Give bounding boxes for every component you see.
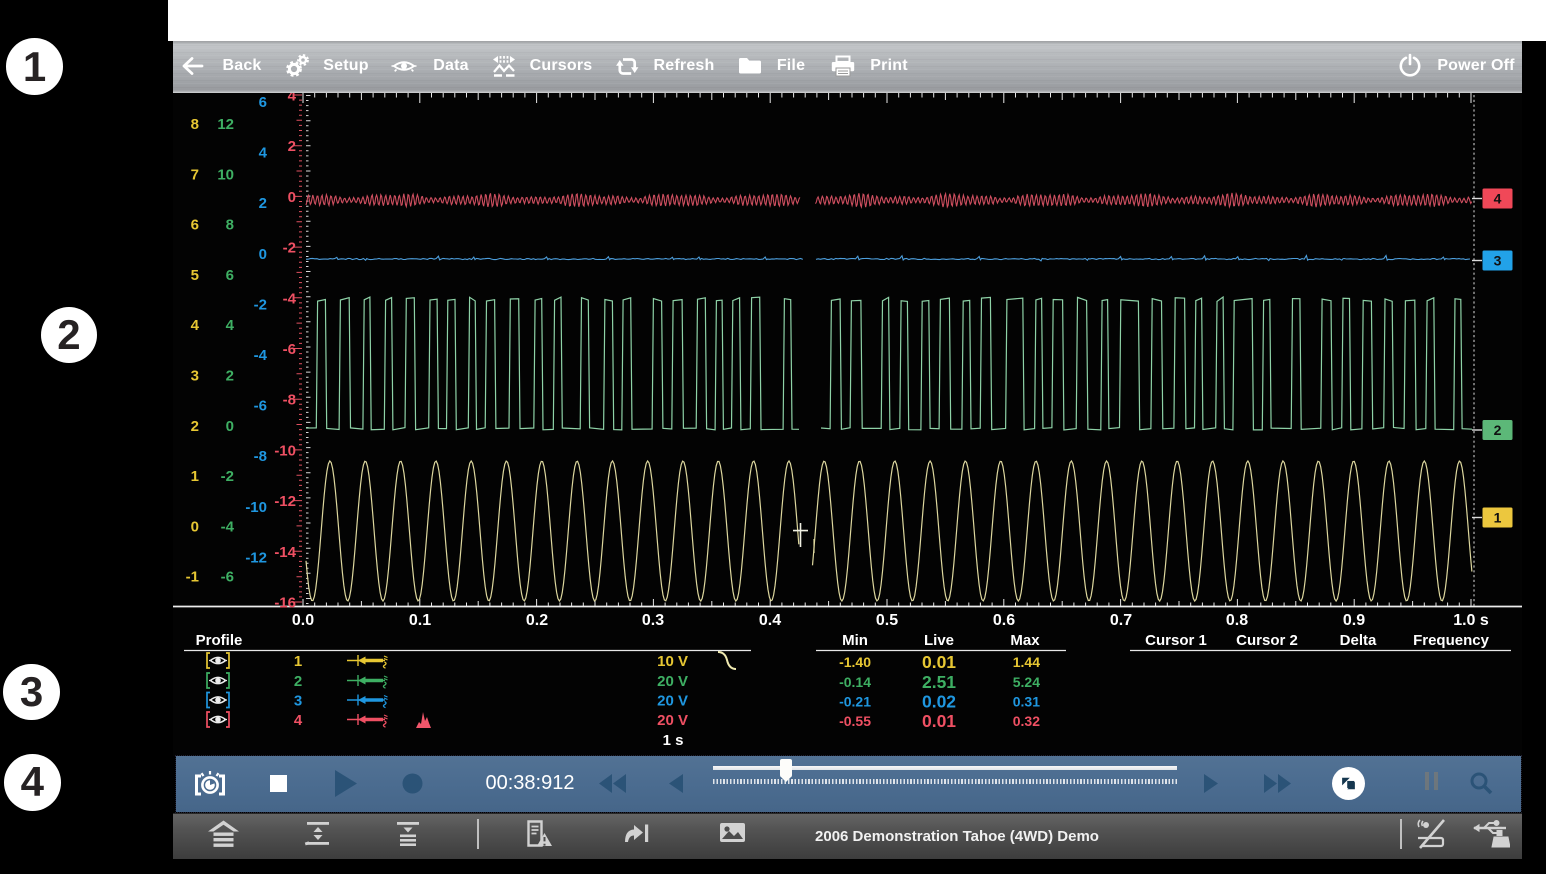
- svg-text:2: 2: [191, 418, 199, 435]
- svg-text:1: 1: [1494, 510, 1502, 526]
- svg-text:4: 4: [1494, 191, 1502, 207]
- svg-text:2: 2: [288, 138, 296, 155]
- svg-text:2: 2: [259, 195, 267, 212]
- svg-text:4: 4: [226, 317, 235, 334]
- svg-text:1.0 s: 1.0 s: [1453, 612, 1489, 629]
- svg-text:6: 6: [191, 217, 199, 234]
- svg-text:4: 4: [288, 93, 297, 105]
- svg-text:8: 8: [191, 116, 199, 133]
- svg-text:6: 6: [259, 94, 267, 111]
- svg-text:5.24: 5.24: [1013, 674, 1040, 690]
- svg-text:2: 2: [226, 368, 234, 385]
- svg-text:-8: -8: [283, 392, 296, 409]
- svg-text:Frequency: Frequency: [1413, 632, 1490, 649]
- svg-text:0.01: 0.01: [922, 652, 956, 672]
- svg-text:0.9: 0.9: [1343, 612, 1365, 629]
- svg-text:Live: Live: [924, 632, 954, 649]
- svg-text:0.0: 0.0: [292, 612, 314, 629]
- svg-text:-16: -16: [274, 595, 296, 612]
- svg-text:-0.14: -0.14: [839, 674, 871, 690]
- svg-text:7: 7: [191, 166, 199, 183]
- svg-text:0.3: 0.3: [642, 612, 664, 629]
- svg-text:4: 4: [191, 317, 200, 334]
- svg-text:20 V: 20 V: [657, 712, 688, 729]
- svg-text:2: 2: [294, 673, 302, 690]
- svg-text:12: 12: [217, 116, 234, 133]
- svg-text:1: 1: [294, 653, 302, 670]
- svg-text:3: 3: [294, 693, 302, 710]
- svg-text:0: 0: [191, 518, 199, 535]
- svg-text:-0.21: -0.21: [839, 694, 871, 710]
- svg-text:10: 10: [217, 166, 234, 183]
- svg-text:20 V: 20 V: [657, 693, 688, 710]
- svg-text:2: 2: [1494, 422, 1502, 438]
- svg-text:Delta: Delta: [1340, 632, 1377, 649]
- svg-text:8: 8: [226, 217, 234, 234]
- svg-text:-6: -6: [283, 341, 296, 358]
- svg-text:-4: -4: [221, 518, 235, 535]
- svg-text:-2: -2: [221, 468, 234, 485]
- svg-text:0.31: 0.31: [1013, 694, 1040, 710]
- svg-text:-2: -2: [254, 296, 267, 313]
- svg-text:-12: -12: [245, 549, 267, 566]
- svg-text:4: 4: [259, 145, 268, 162]
- svg-text:0.32: 0.32: [1013, 713, 1040, 729]
- svg-text:-12: -12: [274, 493, 296, 510]
- svg-text:-1.40: -1.40: [839, 654, 871, 670]
- svg-text:Profile: Profile: [196, 632, 243, 649]
- svg-text:-1: -1: [186, 569, 199, 586]
- svg-text:-4: -4: [283, 290, 297, 307]
- svg-text:1.44: 1.44: [1013, 654, 1040, 670]
- svg-text:0.02: 0.02: [922, 692, 956, 712]
- svg-text:Cursor 2: Cursor 2: [1236, 632, 1298, 649]
- svg-text:Max: Max: [1010, 632, 1040, 649]
- svg-text:-4: -4: [254, 347, 268, 364]
- svg-text:-14: -14: [274, 544, 296, 561]
- svg-text:2.51: 2.51: [922, 672, 956, 692]
- svg-text:3: 3: [191, 368, 199, 385]
- svg-text:-2: -2: [283, 240, 296, 257]
- svg-text:-10: -10: [274, 442, 296, 459]
- svg-text:-10: -10: [245, 499, 267, 516]
- svg-text:0.1: 0.1: [409, 612, 431, 629]
- svg-text:0.01: 0.01: [922, 711, 956, 731]
- svg-text:3: 3: [1494, 253, 1502, 269]
- svg-text:Cursor 1: Cursor 1: [1145, 632, 1207, 649]
- svg-text:0.7: 0.7: [1110, 612, 1132, 629]
- svg-text:5: 5: [191, 267, 199, 284]
- svg-text:20 V: 20 V: [657, 673, 688, 690]
- svg-text:0.6: 0.6: [993, 612, 1015, 629]
- svg-text:0.4: 0.4: [759, 612, 781, 629]
- svg-text:0: 0: [259, 246, 267, 263]
- svg-text:1: 1: [191, 468, 199, 485]
- svg-text:Min: Min: [842, 632, 868, 649]
- svg-text:0: 0: [288, 189, 296, 206]
- svg-text:-6: -6: [254, 398, 267, 415]
- svg-text:0: 0: [226, 418, 234, 435]
- svg-text:6: 6: [226, 267, 234, 284]
- svg-text:-0.55: -0.55: [839, 713, 871, 729]
- svg-text:0.5: 0.5: [876, 612, 898, 629]
- svg-text:4: 4: [294, 712, 303, 729]
- svg-text:10 V: 10 V: [657, 653, 688, 670]
- svg-text:0.8: 0.8: [1226, 612, 1248, 629]
- svg-text:0.2: 0.2: [526, 612, 548, 629]
- svg-text:-8: -8: [254, 448, 267, 465]
- svg-text:-6: -6: [221, 569, 234, 586]
- svg-text:1 s: 1 s: [663, 732, 684, 749]
